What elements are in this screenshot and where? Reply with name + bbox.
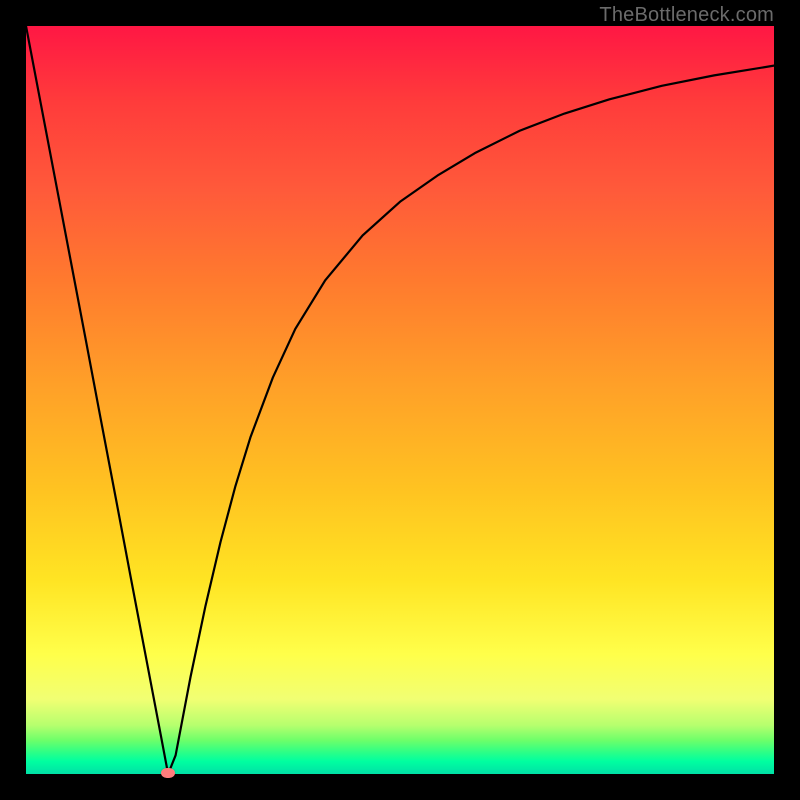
attribution-text: TheBottleneck.com [599, 4, 774, 27]
bottleneck-curve [26, 26, 774, 774]
chart-frame: TheBottleneck.com [0, 0, 800, 800]
plot-area [26, 26, 774, 774]
